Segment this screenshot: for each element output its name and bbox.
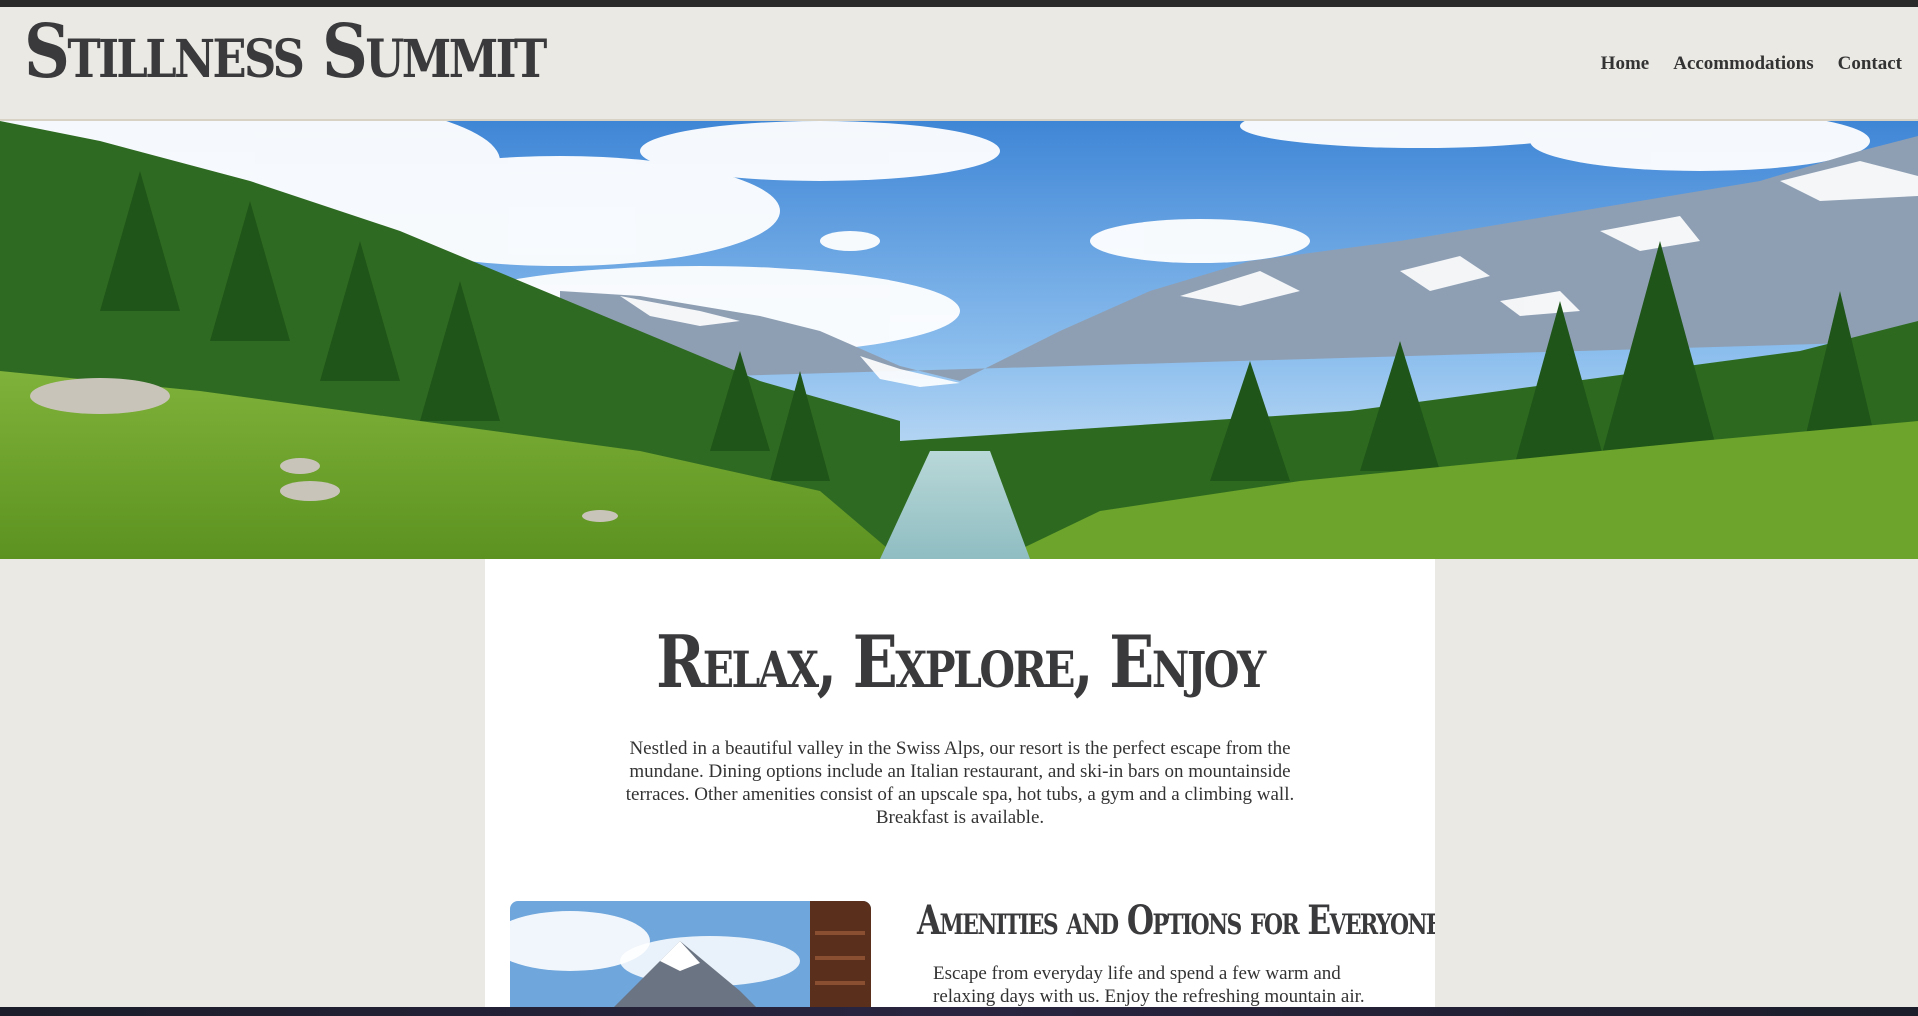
nav-contact-link[interactable]: Contact [1838, 53, 1902, 75]
nav-accommodations-link[interactable]: Accommodations [1673, 53, 1813, 75]
site-logo[interactable]: Stillness Summit [24, 15, 547, 89]
amenities-paragraph: Escape from everyday life and spend a fe… [933, 963, 1365, 1007]
page-headline: Relax, Explore, Enjoy [656, 619, 1266, 704]
top-strip [0, 0, 1918, 7]
bottom-taskbar-strip [0, 1007, 1918, 1016]
amenities-image [510, 901, 871, 1007]
intro-paragraph: Nestled in a beautiful valley in the Swi… [625, 738, 1295, 828]
site-header: Stillness Summit Home Accommodations Con… [0, 7, 1918, 121]
nav-home-link[interactable]: Home [1601, 53, 1650, 75]
amenities-heading: Amenities and Options for Everyone [917, 897, 1435, 944]
main-nav: Home Accommodations Contact [1601, 53, 1902, 75]
hero-image [0, 121, 1918, 559]
main-content: Relax, Explore, Enjoy Nestled in a beaut… [485, 559, 1435, 1007]
